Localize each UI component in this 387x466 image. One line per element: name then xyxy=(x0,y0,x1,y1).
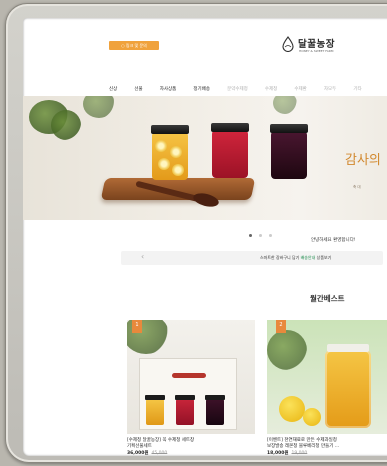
site-logo[interactable]: 달꿀농장 HONEY & SWEET FARM xyxy=(281,32,361,62)
nav-item[interactable]: 수제청 xyxy=(265,86,277,94)
lemon-image xyxy=(303,408,321,426)
product-price: 18,000원 19,000 xyxy=(267,450,307,456)
product-card[interactable] xyxy=(267,320,387,434)
sale-price: 18,000원 xyxy=(267,451,289,456)
notice-title: 안녕하세요 환영합니다! xyxy=(311,238,356,243)
nav-item[interactable]: 수제환 xyxy=(294,86,306,94)
lemon-tea-jar-image xyxy=(325,344,371,428)
notice-text-suffix: 상품보기 xyxy=(316,255,332,260)
blueberry-jar-image xyxy=(270,124,308,179)
original-price: 45,000 xyxy=(151,451,168,456)
carousel-dot[interactable] xyxy=(259,234,263,237)
browser-viewport: ○ 링크 및 문의 달꿀농장 HONEY & SWEET FARM 신상 선물 … xyxy=(23,18,387,456)
carousel-dot[interactable] xyxy=(249,234,252,237)
lemon-jar-image xyxy=(151,125,189,180)
carousel-dot[interactable] xyxy=(269,234,273,237)
lemon-image xyxy=(279,396,305,422)
hero-subtitle: 축 대 xyxy=(353,185,361,189)
notice-text-highlight: 배송안내 xyxy=(300,255,316,260)
sale-price: 36,000원 xyxy=(127,451,149,456)
honey-drop-icon xyxy=(282,36,294,52)
notice-text-prefix: 스마트한 장바구니 담기 xyxy=(260,255,300,260)
nav-item[interactable]: 선물 xyxy=(134,86,142,94)
plant-leaf xyxy=(83,96,115,118)
carousel-indicator[interactable] xyxy=(249,222,274,241)
plant-leaf xyxy=(273,96,297,114)
plant-leaf xyxy=(267,330,307,370)
berry-jar-image xyxy=(211,123,249,178)
nav-item[interactable]: 신상 xyxy=(109,86,117,94)
plant-leaf xyxy=(51,110,81,140)
chevron-left-icon[interactable]: ‹ xyxy=(141,252,144,261)
product-price: 36,000원 45,000 xyxy=(127,450,167,456)
notice-text[interactable]: 스마트한 장바구니 담기 배송안내 상품보기 xyxy=(260,255,331,261)
logo-subtext: HONEY & SWEET FARM xyxy=(299,49,334,53)
original-price: 19,000 xyxy=(291,451,308,456)
rank-badge: 2 xyxy=(276,320,286,333)
nav-item[interactable]: 자모두 xyxy=(324,86,336,94)
notice-bar[interactable] xyxy=(121,251,383,265)
logo-text: 달꿀농장 xyxy=(298,39,335,50)
gift-box-image xyxy=(139,358,237,430)
nav-item[interactable]: 정기배송 xyxy=(193,86,210,94)
hero-title: 감사의 xyxy=(345,153,381,168)
top-contact-button[interactable]: ○ 링크 및 문의 xyxy=(109,41,159,50)
monthly-best-heading: 월간베스트 xyxy=(310,294,345,303)
product-card[interactable] xyxy=(127,320,255,434)
nav-item[interactable]: 분약수제청 xyxy=(227,86,248,94)
nav-item[interactable]: 자사상품 xyxy=(160,86,177,94)
main-navigation: 신상 선물 자사상품 정기배송 분약수제청 수제청 수제환 자모두 기타 xyxy=(109,75,374,92)
nav-item[interactable]: 기타 xyxy=(353,86,361,94)
laptop-frame: ○ 링크 및 문의 달꿀농장 HONEY & SWEET FARM 신상 선물 … xyxy=(5,3,387,463)
rank-badge: 1 xyxy=(132,320,142,333)
